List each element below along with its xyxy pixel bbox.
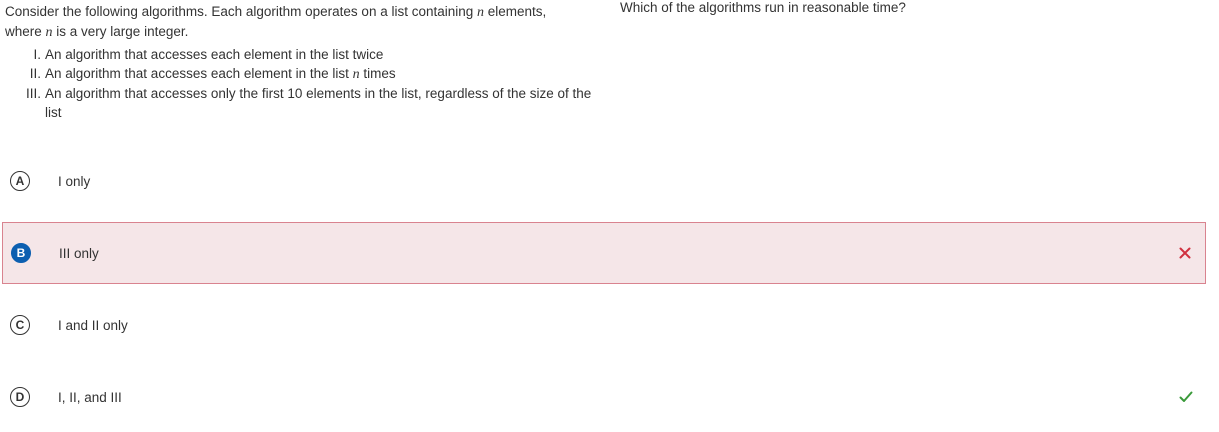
answer-choice-b[interactable]: B III only <box>2 222 1206 284</box>
statement-text-a: An algorithm that accesses only the firs… <box>45 86 592 120</box>
statement-numeral: III. <box>25 86 41 101</box>
statement-numeral: II. <box>29 66 41 81</box>
statement-text-a: An algorithm that accesses each element … <box>45 66 353 81</box>
choice-label: I only <box>58 173 91 189</box>
choice-letter-badge: A <box>10 171 30 191</box>
statement-text: An algorithm that accesses each element … <box>45 64 595 84</box>
statement-text-a: An algorithm that accesses each element … <box>45 47 384 62</box>
choice-letter-badge: D <box>10 387 30 407</box>
choice-label: I and II only <box>58 317 128 333</box>
intro-variable: n <box>477 5 485 20</box>
answer-choice-d[interactable]: D I, II, and III <box>2 366 1206 428</box>
statement-list: I. An algorithm that accesses each eleme… <box>5 45 595 122</box>
answer-choice-a[interactable]: A I only <box>2 150 1206 212</box>
statement-text-b: times <box>359 66 396 81</box>
statement-2: II. An algorithm that accesses each elem… <box>5 64 595 84</box>
statement-text: An algorithm that accesses only the firs… <box>45 84 595 122</box>
intro-text-2: elements, <box>484 4 547 19</box>
choice-letter-badge: B <box>11 243 31 263</box>
answer-choice-c[interactable]: C I and II only <box>2 294 1206 356</box>
checkmark-icon-svg <box>1179 391 1193 402</box>
question-page: Consider the following algorithms. Each … <box>0 0 1219 432</box>
stimulus-passage: Consider the following algorithms. Each … <box>5 2 595 122</box>
x-mark-icon-svg <box>1179 247 1191 259</box>
statement-3: III. An algorithm that accesses only the… <box>5 84 595 122</box>
statement-variable: n <box>352 67 360 82</box>
question-prompt: Which of the algorithms run in reasonabl… <box>620 0 906 15</box>
statement-text: An algorithm that accesses each element … <box>45 45 595 64</box>
x-mark-icon <box>1177 245 1193 261</box>
checkmark-icon <box>1178 389 1194 405</box>
statement-numeral: I. <box>33 47 41 62</box>
choice-letter-badge: C <box>10 315 30 335</box>
intro-text-3: where <box>5 24 46 39</box>
choice-label: I, II, and III <box>58 389 122 405</box>
choice-label: III only <box>59 245 99 261</box>
intro-text-1: Consider the following algorithms. Each … <box>5 4 478 19</box>
stimulus-intro: Consider the following algorithms. Each … <box>5 2 595 42</box>
intro-variable-2: n <box>45 25 53 40</box>
statement-1: I. An algorithm that accesses each eleme… <box>5 45 595 64</box>
intro-text-4: is a very large integer. <box>52 24 189 39</box>
